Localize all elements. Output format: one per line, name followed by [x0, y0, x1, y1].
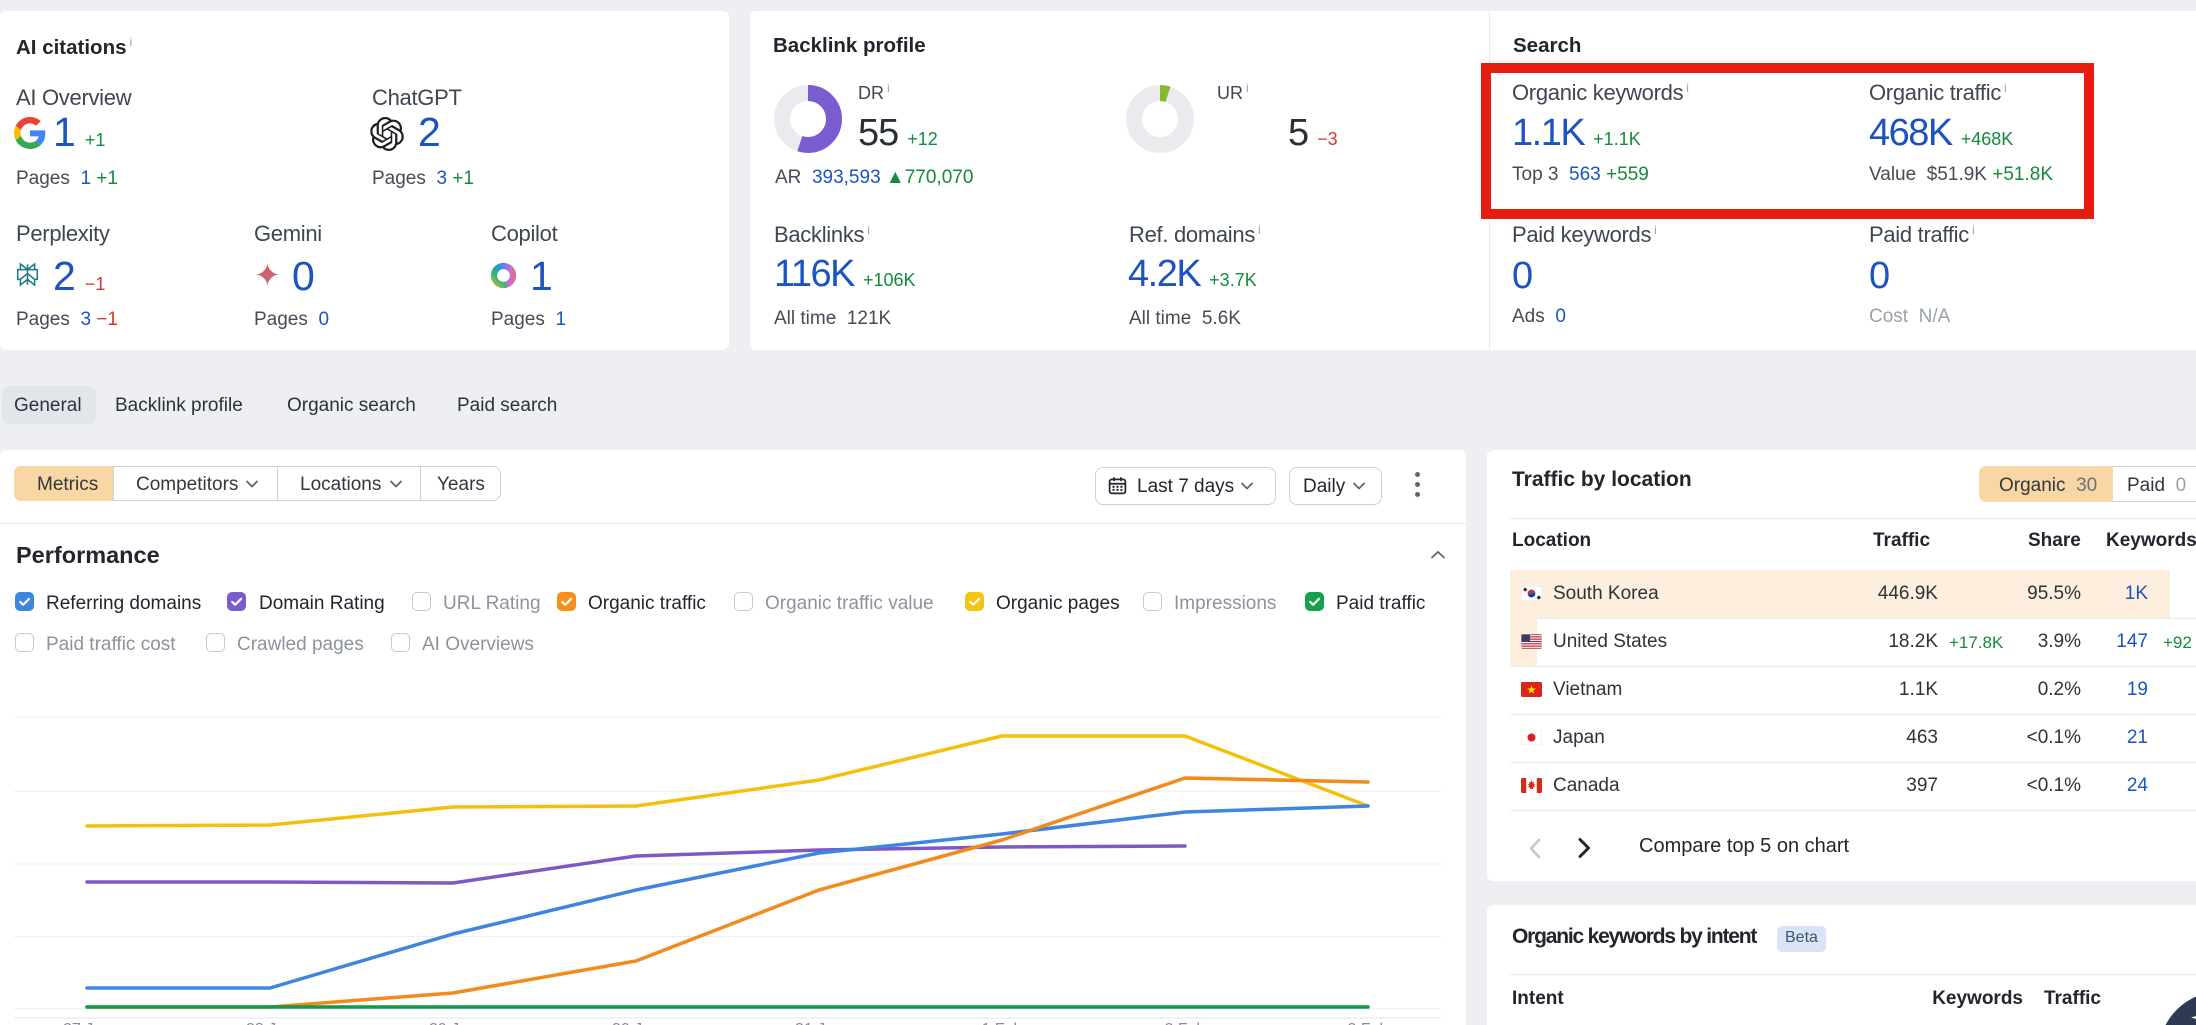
svg-text:30 Jan: 30 Jan [612, 1021, 660, 1025]
svg-text:29 Jan: 29 Jan [429, 1021, 477, 1025]
svg-text:2 Feb: 2 Feb [1165, 1021, 1206, 1025]
svg-text:3 Feb: 3 Feb [1348, 1021, 1389, 1025]
svg-text:28 Jan: 28 Jan [246, 1021, 294, 1025]
svg-text:31 Jan: 31 Jan [795, 1021, 843, 1025]
svg-text:27 Jan: 27 Jan [63, 1021, 111, 1025]
svg-text:1 Feb: 1 Feb [982, 1021, 1023, 1025]
